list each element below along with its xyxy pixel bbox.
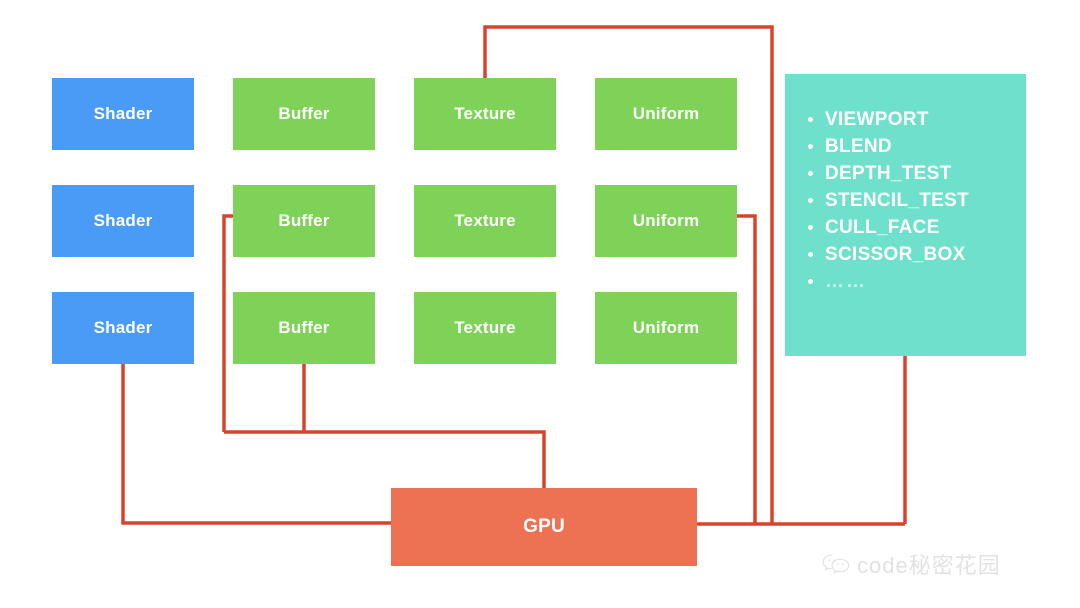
gl-state-item: VIEWPORT [808, 106, 1026, 133]
node-label: Texture [454, 318, 516, 337]
node-label: GPU [523, 516, 565, 537]
gl-state-panel[interactable]: VIEWPORT BLEND DEPTH_TEST STENCIL_TEST C… [785, 74, 1026, 356]
wechat-icon [822, 553, 850, 575]
gl-state-item: BLEND [808, 133, 1026, 160]
node-texture-2[interactable]: Texture [414, 185, 556, 257]
node-label: Buffer [278, 104, 330, 123]
node-label: Texture [454, 104, 516, 123]
node-label: Texture [454, 211, 516, 230]
node-buffer-1[interactable]: Buffer [233, 78, 375, 150]
wire-uniform-row2-to-bus [737, 214, 757, 524]
gl-state-item: DEPTH_TEST [808, 160, 1026, 187]
node-label: Shader [93, 104, 153, 123]
node-shader-2[interactable]: Shader [52, 185, 194, 257]
node-uniform-3[interactable]: Uniform [595, 292, 737, 364]
wire-shader-row3-to-gpu [121, 364, 391, 525]
gl-state-list: VIEWPORT BLEND DEPTH_TEST STENCIL_TEST C… [799, 106, 1026, 295]
node-uniform-1[interactable]: Uniform [595, 78, 737, 150]
gl-state-item: SCISSOR_BOX [808, 241, 1026, 268]
node-buffer-2[interactable]: Buffer [233, 185, 375, 257]
node-shader-1[interactable]: Shader [52, 78, 194, 150]
node-shader-3[interactable]: Shader [52, 292, 194, 364]
node-label: Uniform [632, 211, 700, 230]
watermark-text: code秘密花园 [857, 553, 1001, 578]
node-buffer-3[interactable]: Buffer [233, 292, 375, 364]
wire-buffer-row2-to-bus [222, 214, 233, 432]
node-label: Uniform [632, 104, 700, 123]
watermark: code秘密花园 [822, 548, 1001, 580]
gl-state-item: CULL_FACE [808, 214, 1026, 241]
node-gpu[interactable]: GPU [391, 488, 697, 566]
node-texture-1[interactable]: Texture [414, 78, 556, 150]
diagram-canvas: Shader Buffer Texture Uniform Shader Buf… [0, 0, 1080, 608]
gl-state-item: STENCIL_TEST [808, 187, 1026, 214]
wire-mid-bus-to-gpu [224, 430, 546, 488]
node-label: Shader [93, 318, 153, 337]
node-label: Uniform [632, 318, 700, 337]
node-uniform-2[interactable]: Uniform [595, 185, 737, 257]
node-label: Buffer [278, 211, 330, 230]
node-texture-3[interactable]: Texture [414, 292, 556, 364]
node-label: Buffer [278, 318, 330, 337]
node-label: Shader [93, 211, 153, 230]
gl-state-item-ellipsis: …… [808, 268, 1026, 295]
